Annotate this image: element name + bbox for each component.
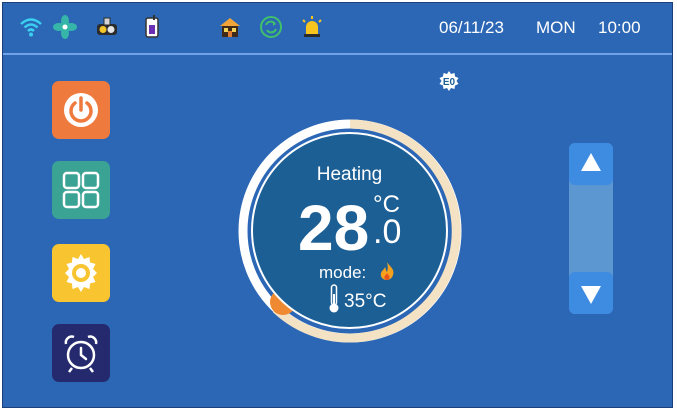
status-divider <box>3 53 672 55</box>
error-gear-icon[interactable]: E0 <box>438 70 460 92</box>
setpoint-decimal: .0 <box>373 213 402 251</box>
dial-display: Heating 28 °C .0 mode: 35°C <box>251 132 448 329</box>
time-text: 10:00 <box>598 18 641 37</box>
flame-icon <box>380 262 394 280</box>
settings-gear-icon <box>65 254 97 292</box>
tank-icon <box>145 15 159 38</box>
cycle-icon <box>260 16 282 38</box>
grid-menu-icon <box>62 171 100 209</box>
alarm-clock-icon <box>64 335 98 373</box>
error-code: E0 <box>443 77 456 88</box>
thermostat-screen: 06/11/23 MON 10:00 E0 Heating 28 °C .0 m… <box>2 2 673 408</box>
increase-button[interactable] <box>569 143 613 185</box>
arrow-up-icon <box>581 153 601 171</box>
mode-title: Heating <box>316 164 383 185</box>
decrease-button[interactable] <box>569 272 613 314</box>
wifi-icon <box>20 18 42 37</box>
mode-label: mode: <box>319 263 367 282</box>
setpoint-scroll-track[interactable] <box>569 143 613 314</box>
arrow-down-icon <box>581 286 601 304</box>
weekday-text: MON <box>536 18 576 37</box>
fan-icon <box>53 15 77 39</box>
house-icon <box>220 18 240 37</box>
compressor-icon <box>97 17 117 35</box>
date-text: 06/11/23 <box>439 18 504 37</box>
status-bar: 06/11/23 MON 10:00 <box>3 3 672 53</box>
power-button[interactable] <box>52 81 110 139</box>
power-icon <box>64 93 98 127</box>
room-temperature: 35°C <box>344 291 387 312</box>
menu-button[interactable] <box>52 161 110 219</box>
setpoint-integer: 28 <box>298 192 370 264</box>
alarm-button[interactable] <box>52 324 110 382</box>
settings-button[interactable] <box>52 244 110 302</box>
alarm-light-icon <box>302 16 322 37</box>
thermometer-icon <box>329 284 339 313</box>
